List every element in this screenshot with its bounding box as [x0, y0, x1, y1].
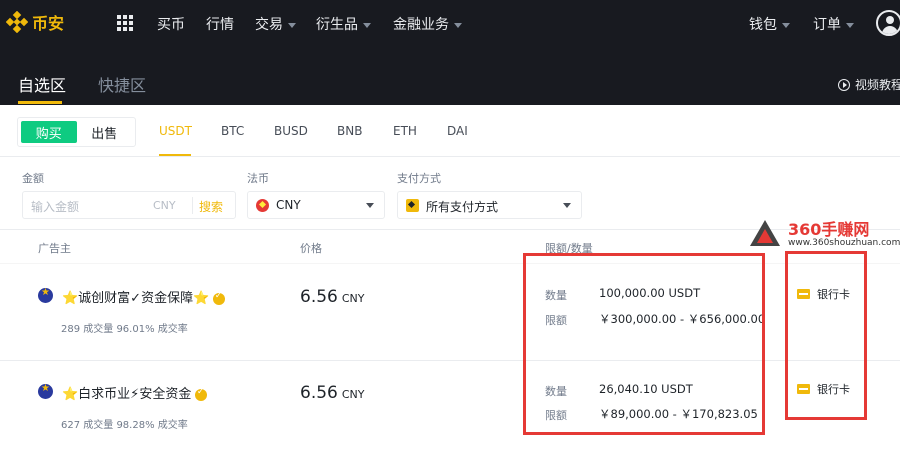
nav-wallet-label: 钱包	[749, 17, 777, 33]
cny-flag-icon	[256, 199, 269, 212]
binance-logo[interactable]: 币安	[6, 10, 64, 34]
amount-field[interactable]: 输入金额 CNY 搜索	[22, 191, 236, 219]
chevron-down-icon	[366, 203, 374, 208]
nav-finance[interactable]: 金融业务	[393, 14, 462, 34]
chevron-down-icon	[782, 22, 790, 28]
tab-express[interactable]: 快捷区	[98, 72, 146, 96]
active-tab-indicator	[18, 101, 62, 104]
payment-select-value: 所有支付方式	[426, 200, 499, 214]
coin-tab-busd[interactable]: BUSD	[274, 124, 308, 138]
tab-favorites[interactable]: 自选区	[18, 72, 66, 96]
price-number: 6.56	[300, 287, 338, 307]
nav-markets[interactable]: 行情	[206, 14, 234, 34]
advertiser-stats: 289 成交量 96.01% 成交率	[61, 324, 188, 335]
payment-method-icon	[406, 199, 419, 212]
nav-trade-label: 交易	[255, 17, 283, 33]
nav-trade[interactable]: 交易	[255, 14, 296, 34]
chevron-down-icon	[846, 22, 854, 28]
chevron-down-icon	[363, 22, 371, 28]
fiat-label: 法币	[247, 172, 269, 185]
coin-tab-usdt[interactable]: USDT	[159, 124, 192, 138]
divider	[192, 197, 193, 214]
advertiser-avatar[interactable]	[38, 287, 53, 303]
buy-sell-toggle: 购买 出售	[17, 117, 136, 147]
search-button[interactable]: 搜索	[199, 198, 223, 215]
chevron-down-icon	[454, 22, 462, 28]
coin-tab-dai[interactable]: DAI	[447, 124, 468, 138]
price-currency: CNY	[341, 292, 365, 305]
payment-select[interactable]: 所有支付方式	[397, 191, 582, 219]
nav-orders-label: 订单	[813, 17, 841, 33]
payment-label: 支付方式	[397, 172, 441, 185]
buy-button[interactable]: 购买	[21, 121, 77, 143]
advertiser-name-text: ⭐诚创财富✓资金保障⭐	[62, 291, 210, 306]
price-number: 6.56	[300, 383, 338, 403]
amount-input-placeholder[interactable]: 输入金额	[31, 198, 79, 215]
top-navbar: 币安 买币 行情 交易 衍生品 金融业务 钱包 订单	[0, 0, 900, 46]
watermark-logo-icon	[757, 229, 773, 243]
binance-logo-icon	[6, 11, 28, 33]
chevron-down-icon	[563, 203, 571, 208]
annotation-highlight-box	[785, 251, 867, 420]
fiat-select[interactable]: CNY	[247, 191, 385, 219]
price-value: 6.56 CNY	[300, 383, 365, 403]
price-currency: CNY	[341, 388, 365, 401]
apps-grid-icon[interactable]	[117, 15, 133, 31]
advertiser-stats: 627 成交量 98.28% 成交率	[61, 420, 188, 431]
video-tutorial-label: 视频教程	[855, 78, 900, 92]
fiat-select-value: CNY	[276, 198, 301, 212]
p2p-subheader: 自选区 快捷区 视频教程	[0, 46, 900, 105]
brand-name: 币安	[32, 14, 65, 33]
coin-tab-eth[interactable]: ETH	[393, 124, 417, 138]
play-icon	[838, 78, 850, 91]
user-avatar-icon[interactable]	[876, 10, 900, 36]
coin-tab-bnb[interactable]: BNB	[337, 124, 362, 138]
advertiser-avatar[interactable]	[38, 383, 53, 399]
chevron-down-icon	[288, 22, 296, 28]
nav-derivatives-label: 衍生品	[316, 17, 358, 33]
column-header-advertiser: 广告主	[38, 242, 71, 255]
watermark: 360手赚网 www.360shouzhuan.com	[748, 216, 900, 252]
amount-currency: CNY	[153, 199, 176, 212]
nav-orders[interactable]: 订单	[813, 14, 854, 34]
watermark-url: www.360shouzhuan.com	[788, 238, 900, 248]
divider	[0, 360, 900, 361]
price-value: 6.56 CNY	[300, 287, 365, 307]
annotation-highlight-box	[523, 253, 765, 435]
verified-badge-icon	[213, 291, 226, 305]
nav-wallet[interactable]: 钱包	[749, 14, 790, 34]
watermark-title: 360手赚网	[788, 220, 870, 239]
video-tutorial-link[interactable]: 视频教程	[838, 76, 900, 93]
nav-finance-label: 金融业务	[393, 17, 449, 33]
divider	[0, 156, 900, 157]
coin-tab-btc[interactable]: BTC	[221, 124, 244, 138]
advertiser-name[interactable]: ⭐诚创财富✓资金保障⭐	[62, 287, 226, 306]
advertiser-name[interactable]: ⭐白求币业⚡安全资金	[62, 383, 208, 402]
nav-buy-crypto[interactable]: 买币	[157, 14, 185, 34]
column-header-price: 价格	[300, 242, 322, 255]
nav-derivatives[interactable]: 衍生品	[316, 14, 371, 34]
divider	[0, 263, 900, 264]
sell-button[interactable]: 出售	[77, 121, 133, 143]
verified-badge-icon	[195, 387, 208, 401]
amount-label: 金额	[22, 172, 44, 185]
advertiser-name-text: ⭐白求币业⚡安全资金	[62, 387, 192, 402]
